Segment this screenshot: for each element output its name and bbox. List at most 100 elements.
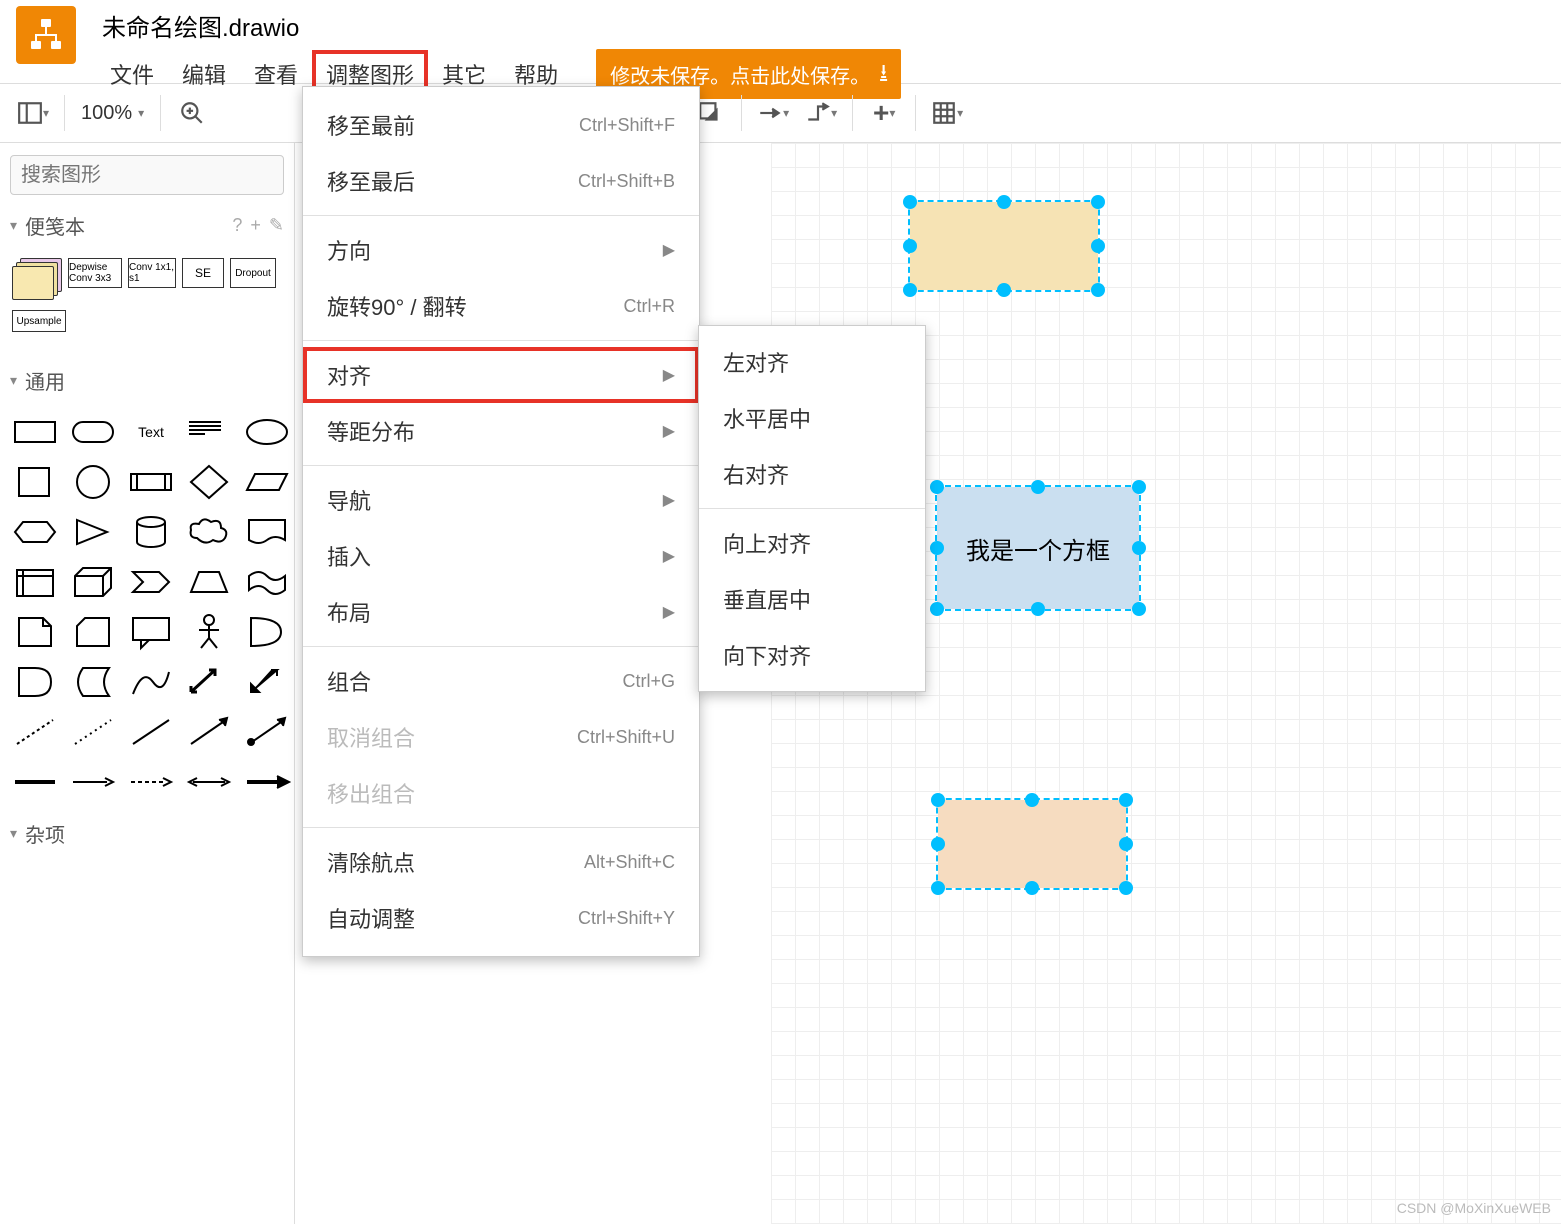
- resize-handle[interactable]: [903, 283, 917, 297]
- resize-handle[interactable]: [1132, 480, 1146, 494]
- menu-item[interactable]: 清除航点Alt+Shift+C: [303, 834, 699, 890]
- resize-handle[interactable]: [931, 881, 945, 895]
- resize-handle[interactable]: [1025, 881, 1039, 895]
- menu-item[interactable]: 移至最前Ctrl+Shift+F: [303, 97, 699, 153]
- scratch-item[interactable]: Upsample: [12, 310, 66, 332]
- shape-connector-thick[interactable]: [10, 761, 60, 803]
- edit-icon[interactable]: ✎: [269, 215, 284, 236]
- app-logo[interactable]: [16, 6, 76, 64]
- shape-document[interactable]: [242, 511, 292, 553]
- menu-file[interactable]: 文件: [100, 54, 164, 94]
- resize-handle[interactable]: [1091, 239, 1105, 253]
- shape-cylinder[interactable]: [126, 511, 176, 553]
- submenu-item[interactable]: 垂直居中: [699, 571, 925, 627]
- shape-cloud[interactable]: [184, 511, 234, 553]
- shape-cube[interactable]: [68, 561, 118, 603]
- menu-item[interactable]: 组合Ctrl+G: [303, 653, 699, 709]
- zoom-in-button[interactable]: [169, 93, 215, 133]
- resize-handle[interactable]: [997, 283, 1011, 297]
- resize-handle[interactable]: [903, 239, 917, 253]
- shape-trapezoid[interactable]: [184, 561, 234, 603]
- add-icon[interactable]: +: [250, 215, 261, 236]
- shape-connector-thick-arrow[interactable]: [242, 761, 292, 803]
- scratchpad-header[interactable]: ▾ 便笺本 ?+✎: [0, 203, 294, 248]
- menu-item[interactable]: 插入▶: [303, 528, 699, 584]
- resize-handle[interactable]: [930, 480, 944, 494]
- menu-view[interactable]: 查看: [244, 54, 308, 94]
- shape-internal-storage[interactable]: [10, 561, 60, 603]
- shape-circle[interactable]: [68, 461, 118, 503]
- shape-diamond[interactable]: [184, 461, 234, 503]
- shape-triangle[interactable]: [68, 511, 118, 553]
- menu-item[interactable]: 旋转90° / 翻转Ctrl+R: [303, 278, 699, 334]
- menu-item[interactable]: 自动调整Ctrl+Shift+Y: [303, 890, 699, 946]
- sidebar-toggle-button[interactable]: ▾: [10, 93, 56, 133]
- shape-actor[interactable]: [184, 611, 234, 653]
- selected-shape[interactable]: [936, 798, 1128, 890]
- menu-item[interactable]: 方向▶: [303, 222, 699, 278]
- connection-button[interactable]: ▾: [750, 93, 796, 133]
- shape-and[interactable]: [10, 661, 60, 703]
- shape-step[interactable]: [126, 561, 176, 603]
- resize-handle[interactable]: [1119, 881, 1133, 895]
- resize-handle[interactable]: [1091, 283, 1105, 297]
- search-shapes-input[interactable]: [10, 155, 284, 195]
- menu-item[interactable]: 对齐▶: [303, 347, 699, 403]
- shape-tape[interactable]: [242, 561, 292, 603]
- shape-curve[interactable]: [126, 661, 176, 703]
- shape-rect[interactable]: [10, 411, 60, 453]
- waypoint-button[interactable]: ▾: [798, 93, 844, 133]
- selected-shape[interactable]: [908, 200, 1100, 292]
- resize-handle[interactable]: [997, 195, 1011, 209]
- shape-line-dot-arrow[interactable]: [242, 711, 292, 753]
- resize-handle[interactable]: [1025, 793, 1039, 807]
- shape-textbox[interactable]: [184, 411, 234, 453]
- menu-edit[interactable]: 编辑: [172, 54, 236, 94]
- menu-item[interactable]: 导航▶: [303, 472, 699, 528]
- misc-shapes-header[interactable]: ▾ 杂项: [0, 811, 294, 856]
- submenu-item[interactable]: 向上对齐: [699, 515, 925, 571]
- submenu-item[interactable]: 左对齐: [699, 334, 925, 390]
- insert-button[interactable]: +▾: [861, 93, 907, 133]
- shape-connector-both[interactable]: [184, 761, 234, 803]
- resize-handle[interactable]: [1119, 837, 1133, 851]
- shape-roundrect[interactable]: [68, 411, 118, 453]
- shape-text[interactable]: Text: [126, 411, 176, 453]
- resize-handle[interactable]: [903, 195, 917, 209]
- menu-item[interactable]: 移至最后Ctrl+Shift+B: [303, 153, 699, 209]
- resize-handle[interactable]: [1132, 602, 1146, 616]
- scratch-item[interactable]: Depwise Conv 3x3: [68, 258, 122, 288]
- selected-shape[interactable]: 我是一个方框: [935, 485, 1141, 611]
- resize-handle[interactable]: [1031, 602, 1045, 616]
- shape-line-arrow[interactable]: [184, 711, 234, 753]
- scratch-stack[interactable]: [12, 258, 62, 300]
- shape-or[interactable]: [242, 611, 292, 653]
- document-title[interactable]: 未命名绘图.drawio: [102, 8, 901, 43]
- scratch-item[interactable]: SE: [182, 258, 224, 288]
- menu-item[interactable]: 布局▶: [303, 584, 699, 640]
- resize-handle[interactable]: [1091, 195, 1105, 209]
- shape-callout[interactable]: [126, 611, 176, 653]
- resize-handle[interactable]: [1132, 541, 1146, 555]
- help-icon[interactable]: ?: [232, 215, 242, 236]
- shape-line[interactable]: [126, 711, 176, 753]
- resize-handle[interactable]: [930, 602, 944, 616]
- shape-bidirectional-arrow[interactable]: [184, 661, 234, 703]
- resize-handle[interactable]: [931, 793, 945, 807]
- resize-handle[interactable]: [1031, 480, 1045, 494]
- submenu-item[interactable]: 右对齐: [699, 446, 925, 502]
- submenu-item[interactable]: 水平居中: [699, 390, 925, 446]
- shape-arrow[interactable]: [242, 661, 292, 703]
- scratch-item[interactable]: Conv 1x1, s1: [128, 258, 176, 288]
- shape-card[interactable]: [68, 611, 118, 653]
- shape-parallelogram[interactable]: [242, 461, 292, 503]
- resize-handle[interactable]: [1119, 793, 1133, 807]
- shape-hexagon[interactable]: [10, 511, 60, 553]
- resize-handle[interactable]: [931, 837, 945, 851]
- table-button[interactable]: ▾: [924, 93, 970, 133]
- resize-handle[interactable]: [930, 541, 944, 555]
- shape-dashed-line[interactable]: [10, 711, 60, 753]
- shape-square[interactable]: [10, 461, 60, 503]
- shape-connector-thin-arrow[interactable]: [68, 761, 118, 803]
- shape-connector-dashed[interactable]: [126, 761, 176, 803]
